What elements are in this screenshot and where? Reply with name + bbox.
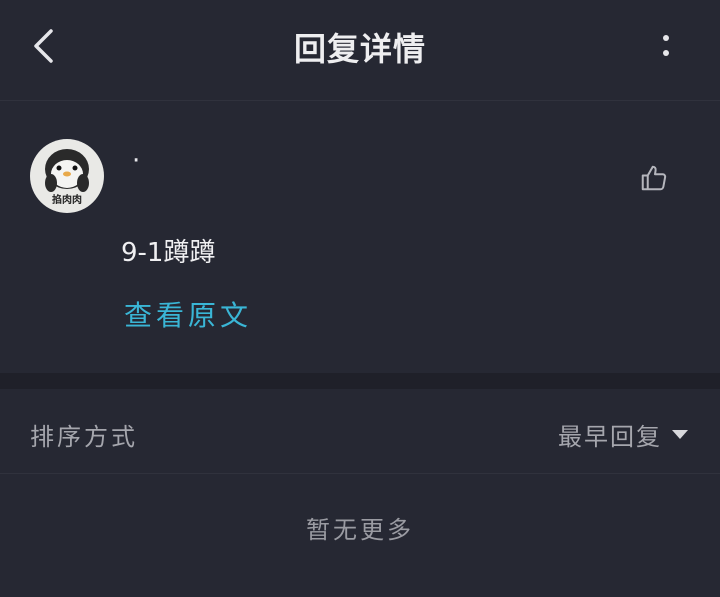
reply-text: 9-1蹲蹲 bbox=[121, 238, 216, 268]
caret-down-icon bbox=[672, 430, 688, 439]
username[interactable]: · bbox=[132, 146, 140, 176]
avatar-caption: 掐肉肉 bbox=[52, 195, 82, 206]
no-more-text: 暂无更多 bbox=[306, 516, 414, 544]
sort-dropdown[interactable]: 最早回复 bbox=[558, 417, 688, 452]
more-vertical-icon bbox=[663, 35, 669, 56]
view-original-link[interactable]: 查看原文 bbox=[124, 294, 252, 334]
page-title: 回复详情 bbox=[293, 30, 426, 68]
sort-row: 排序方式 最早回复 bbox=[0, 389, 720, 474]
like-button[interactable] bbox=[634, 158, 674, 198]
thumbs-up-icon bbox=[641, 165, 667, 191]
sort-label: 排序方式 bbox=[30, 423, 138, 451]
avatar[interactable]: 掐肉肉 bbox=[30, 139, 104, 213]
sort-value: 最早回复 bbox=[558, 423, 662, 451]
more-button[interactable] bbox=[646, 26, 686, 66]
section-divider bbox=[0, 373, 720, 389]
header-bar: 回复详情 bbox=[0, 0, 720, 101]
